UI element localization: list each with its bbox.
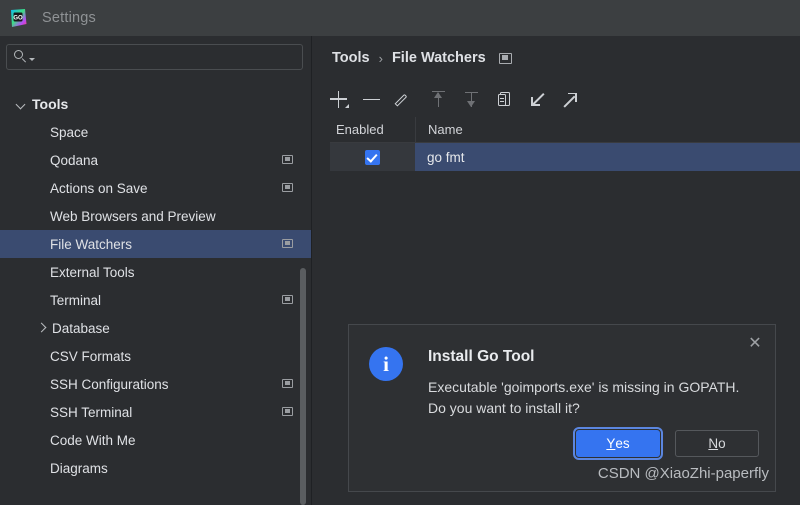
project-scope-icon [282, 295, 293, 304]
settings-window: GO Settings Tools Space Qodana Actions o… [0, 0, 800, 505]
column-header-name[interactable]: Name [416, 122, 463, 137]
sidebar-item-ssh-configurations[interactable]: SSH Configurations [0, 370, 311, 398]
watchers-toolbar [330, 84, 800, 114]
partially-scrolled-row [0, 80, 300, 90]
edit-button[interactable] [394, 90, 415, 109]
move-up-button[interactable] [429, 90, 448, 109]
sidebar-item-terminal[interactable]: Terminal [0, 286, 311, 314]
export-button[interactable] [561, 90, 580, 109]
search-input[interactable] [39, 49, 289, 65]
project-scope-icon [282, 239, 293, 248]
no-button-label: o [718, 436, 726, 451]
sidebar-item-code-with-me[interactable]: Code With Me [0, 426, 311, 454]
copy-button[interactable] [495, 90, 514, 109]
chevron-down-icon[interactable] [29, 57, 35, 61]
sidebar-item-label: Web Browsers and Preview [50, 208, 216, 224]
sidebar-item-qodana[interactable]: Qodana [0, 146, 311, 174]
sidebar-item-csv-formats[interactable]: CSV Formats [0, 342, 311, 370]
table-row[interactable]: go fmt [330, 143, 800, 171]
project-scope-icon [498, 52, 512, 64]
add-button[interactable] [330, 90, 349, 109]
settings-tree: Tools Space Qodana Actions on Save Web B… [0, 80, 311, 500]
breadcrumb: Tools › File Watchers [312, 36, 800, 66]
svg-text:GO: GO [13, 15, 23, 21]
dialog-title: Install Go Tool [428, 348, 535, 365]
no-button-mnemonic: N [708, 436, 719, 451]
sidebar-item-external-tools[interactable]: External Tools [0, 258, 311, 286]
sidebar-item-label: CSV Formats [50, 348, 132, 364]
table-header: Enabled Name [330, 116, 800, 143]
row-name-cell[interactable]: go fmt [415, 150, 465, 165]
sidebar-item-label: Code With Me [50, 432, 136, 448]
install-go-tool-dialog: ✕ i Install Go Tool Executable 'goimport… [348, 324, 776, 492]
dialog-button-row: Yes No [573, 427, 759, 460]
breadcrumb-separator: › [378, 50, 383, 66]
column-header-enabled[interactable]: Enabled [330, 122, 415, 137]
watchers-table: Enabled Name go fmt [330, 116, 800, 171]
no-button[interactable]: No [675, 430, 759, 457]
sidebar-item-label: External Tools [50, 264, 135, 280]
yes-button-mnemonic: Y [606, 436, 616, 451]
move-down-button[interactable] [462, 90, 481, 109]
chevron-down-icon[interactable] [14, 96, 30, 112]
sidebar-item-label: Database [52, 320, 110, 336]
sidebar-item-label: Actions on Save [50, 180, 148, 196]
project-scope-icon [282, 407, 293, 416]
sidebar-item-ssh-terminal[interactable]: SSH Terminal [0, 398, 311, 426]
sidebar-item-label: Qodana [50, 152, 99, 168]
sidebar-item-label: SSH Terminal [50, 404, 133, 420]
sidebar-item-actions-on-save[interactable]: Actions on Save [0, 174, 311, 202]
watermark: CSDN @XiaoZhi-paperfly [597, 465, 769, 482]
sidebar-scrollbar[interactable] [300, 268, 306, 505]
info-icon: i [369, 347, 403, 381]
sidebar-item-web-browsers-and-preview[interactable]: Web Browsers and Preview [0, 202, 311, 230]
project-scope-icon [282, 183, 293, 192]
chevron-right-icon[interactable] [34, 320, 50, 336]
project-scope-icon [282, 155, 293, 164]
sidebar-group-label: Tools [32, 96, 69, 112]
sidebar-item-label: Space [50, 124, 89, 140]
search-area [0, 36, 311, 70]
page-title: File Watchers [391, 50, 486, 66]
enabled-checkbox[interactable] [365, 149, 380, 165]
sidebar-item-space[interactable]: Space [0, 118, 311, 146]
sidebar-group-tools[interactable]: Tools [0, 90, 311, 118]
project-scope-icon [282, 379, 293, 388]
yes-button[interactable]: Yes [573, 427, 663, 460]
title-bar: GO Settings [0, 0, 800, 36]
search-box[interactable] [6, 44, 303, 70]
remove-button[interactable] [363, 90, 382, 109]
close-icon[interactable]: ✕ [747, 336, 763, 352]
sidebar-item-label: Terminal [50, 292, 102, 308]
yes-button-label: es [615, 436, 630, 451]
sidebar-item-database[interactable]: Database [0, 314, 311, 342]
sidebar-item-label: SSH Configurations [50, 376, 169, 392]
goland-logo-icon: GO [8, 8, 28, 28]
settings-sidebar: Tools Space Qodana Actions on Save Web B… [0, 36, 311, 505]
sidebar-item-file-watchers[interactable]: File Watchers [0, 230, 311, 258]
sidebar-item-diagrams[interactable]: Diagrams [0, 454, 311, 482]
search-icon [14, 50, 28, 64]
import-button[interactable] [528, 90, 547, 109]
window-title: Settings [42, 10, 96, 26]
row-enabled-cell [330, 143, 415, 171]
dialog-message: Executable 'goimports.exe' is missing in… [428, 379, 740, 416]
breadcrumb-root[interactable]: Tools [332, 50, 370, 66]
sidebar-item-label: File Watchers [50, 236, 133, 252]
sidebar-item-label: Diagrams [50, 460, 108, 476]
